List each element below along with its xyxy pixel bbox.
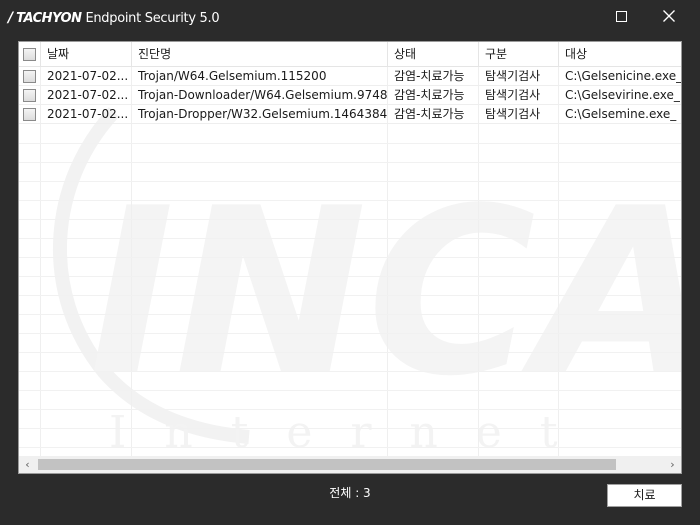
app-window: / TACHYON Endpoint Security 5.0 INCA Int…	[0, 0, 700, 525]
brand-logo: TACHYON	[16, 10, 82, 26]
cell-status: 감염-치료가능	[394, 69, 465, 83]
cell-detection-name: Trojan/W64.Gelsemium.115200	[138, 69, 327, 83]
titlebar: / TACHYON Endpoint Security 5.0	[0, 0, 700, 34]
cell-date: 2021-07-02...	[47, 69, 129, 83]
cell-target: C:\Gelsemine.exe_	[565, 107, 677, 121]
row-checkbox[interactable]	[23, 89, 36, 102]
cell-type: 탐색기검사	[485, 88, 541, 102]
header-target[interactable]: 대상	[559, 42, 681, 67]
window-title: Endpoint Security 5.0	[85, 10, 220, 26]
header-type[interactable]: 구분	[479, 42, 559, 67]
table-row[interactable]: 2021-07-02... Trojan-Dropper/W32.Gelsemi…	[19, 105, 681, 124]
cell-status: 감염-치료가능	[394, 107, 465, 121]
horizontal-scrollbar[interactable]: ‹ ›	[19, 456, 681, 473]
cell-detection-name: Trojan-Downloader/W64.Gelsemium.974848	[138, 88, 388, 102]
scroll-thumb[interactable]	[38, 459, 616, 470]
header-detection-name[interactable]: 진단명	[132, 42, 388, 67]
close-button[interactable]	[646, 0, 692, 32]
header-select-all[interactable]	[19, 42, 41, 67]
row-checkbox[interactable]	[23, 108, 36, 121]
close-icon	[663, 10, 675, 22]
detection-list[interactable]: INCA Internet 날짜 진단명 상태 구분 대상 2021-07-02…	[18, 41, 682, 474]
cell-type: 탐색기검사	[485, 107, 541, 121]
cell-date: 2021-07-02...	[47, 107, 129, 121]
brand: / TACHYON Endpoint Security 5.0	[8, 9, 220, 27]
table-row[interactable]: 2021-07-02... Trojan-Downloader/W64.Gels…	[19, 86, 681, 105]
scroll-right-icon[interactable]: ›	[664, 456, 681, 473]
header-status[interactable]: 상태	[388, 42, 479, 67]
table-row[interactable]: 2021-07-02... Trojan/W64.Gelsemium.11520…	[19, 67, 681, 86]
cell-status: 감염-치료가능	[394, 88, 465, 102]
select-all-checkbox[interactable]	[23, 48, 36, 61]
cell-type: 탐색기검사	[485, 69, 541, 83]
maximize-button[interactable]	[598, 0, 644, 32]
table-header: 날짜 진단명 상태 구분 대상	[19, 42, 681, 67]
maximize-icon	[615, 10, 627, 22]
header-date[interactable]: 날짜	[41, 42, 132, 67]
row-checkbox[interactable]	[23, 70, 36, 83]
scroll-left-icon[interactable]: ‹	[19, 456, 36, 473]
cell-detection-name: Trojan-Dropper/W32.Gelsemium.1464384	[138, 107, 388, 121]
total-count: 전체 : 3	[329, 486, 371, 500]
watermark-subtext: Internet	[109, 407, 596, 456]
cell-target: C:\Gelsevirine.exe_	[565, 88, 680, 102]
brand-mark-icon: /	[8, 10, 14, 26]
cell-date: 2021-07-02...	[47, 88, 129, 102]
cell-target: C:\Gelsenicine.exe_	[565, 69, 681, 83]
cure-button[interactable]: 치료	[607, 484, 682, 507]
